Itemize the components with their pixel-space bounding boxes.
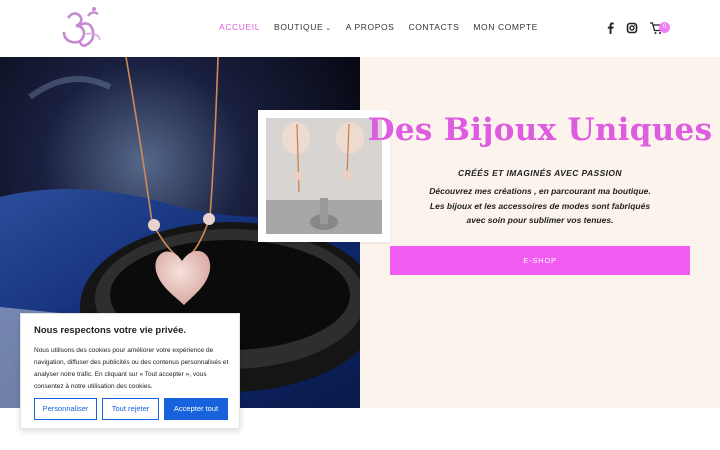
cookie-title: Nous respectons votre vie privée.	[34, 325, 187, 336]
instagram-icon[interactable]	[626, 21, 638, 35]
hero-description: Découvrez mes créations , en parcourant …	[360, 184, 720, 228]
site-header: ACCUEIL BOUTIQUE ⌄ A PROPOS CONTACTS MON …	[0, 0, 720, 57]
hero-text-panel	[360, 57, 720, 408]
om-logo-icon[interactable]	[58, 4, 106, 52]
nav-mon-compte[interactable]: MON COMPTE	[473, 22, 538, 36]
hero-title: Des Bijoux Uniques	[367, 112, 713, 148]
facebook-icon[interactable]	[605, 21, 615, 35]
hero-desc-line-2: Les bijoux et les accessoires de modes s…	[429, 200, 651, 211]
cart-count-badge: 0	[659, 22, 670, 33]
cookie-consent-banner: Nous respectons votre vie privée. Nous u…	[20, 313, 240, 429]
main-nav: ACCUEIL BOUTIQUE ⌄ A PROPOS CONTACTS MON …	[219, 22, 552, 36]
eshop-button[interactable]: E-SHOP	[390, 246, 690, 275]
page: ACCUEIL BOUTIQUE ⌄ A PROPOS CONTACTS MON …	[0, 0, 720, 450]
nav-boutique[interactable]: BOUTIQUE ⌄	[274, 22, 332, 36]
nav-contacts[interactable]: CONTACTS	[408, 22, 459, 36]
cookie-buttons: Personnaliser Tout rejeter Accepter tout	[34, 398, 228, 420]
nav-a-propos[interactable]: A PROPOS	[346, 22, 395, 36]
accept-all-button[interactable]: Accepter tout	[164, 398, 228, 420]
customize-button[interactable]: Personnaliser	[34, 398, 97, 420]
hero-subtitle: CRÉÉS ET IMAGINÉS AVEC PASSION	[458, 168, 622, 178]
hero-desc-line-1: Découvrez mes créations , en parcourant …	[429, 186, 651, 196]
nav-accueil[interactable]: ACCUEIL	[219, 22, 260, 36]
hero-desc-line-3: avec soin pour sublimer vos tenues.	[466, 215, 614, 225]
nav-boutique-label: BOUTIQUE	[274, 22, 324, 32]
reject-all-button[interactable]: Tout rejeter	[102, 398, 159, 420]
chevron-down-icon: ⌄	[325, 25, 332, 32]
cookie-text: Nous utilisons des cookies pour améliore…	[34, 347, 229, 390]
